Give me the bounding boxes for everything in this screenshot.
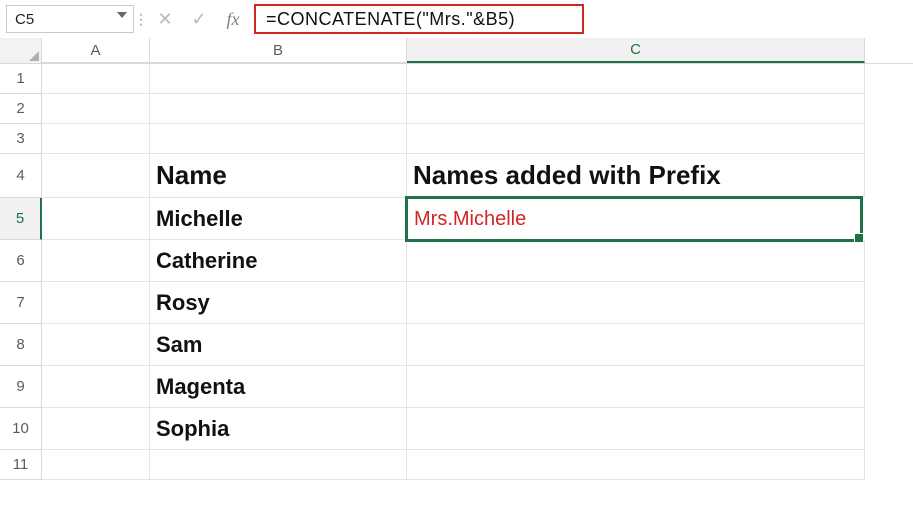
row: 10 Sophia	[0, 408, 913, 450]
cell-B4[interactable]: Name	[150, 154, 407, 198]
row: 5 Michelle Mrs.Michelle	[0, 198, 913, 240]
cell-C10[interactable]	[407, 408, 865, 450]
cell-C8[interactable]	[407, 324, 865, 366]
column-header-row: A B C	[0, 38, 913, 64]
row: 8 Sam	[0, 324, 913, 366]
cell-A8[interactable]	[42, 324, 150, 366]
cell-C9[interactable]	[407, 366, 865, 408]
column-header-B[interactable]: B	[150, 38, 407, 63]
insert-function-button[interactable]: fx	[216, 5, 250, 33]
row-header-8[interactable]: 8	[0, 324, 42, 366]
row-header-4[interactable]: 4	[0, 154, 42, 198]
cell-C6[interactable]	[407, 240, 865, 282]
cell-C7[interactable]	[407, 282, 865, 324]
cell-B7[interactable]: Rosy	[150, 282, 407, 324]
row: 7 Rosy	[0, 282, 913, 324]
column-header-A[interactable]: A	[42, 38, 150, 63]
row: 2	[0, 94, 913, 124]
cell-A3[interactable]	[42, 124, 150, 154]
spreadsheet-grid: 1 2 3 4 Name Names added with Prefix 5 M…	[0, 64, 913, 480]
cell-A11[interactable]	[42, 450, 150, 480]
row-header-3[interactable]: 3	[0, 124, 42, 154]
row: 1	[0, 64, 913, 94]
cell-A10[interactable]	[42, 408, 150, 450]
row: 6 Catherine	[0, 240, 913, 282]
chevron-down-icon[interactable]	[117, 12, 127, 18]
cancel-formula-button[interactable]: ✕	[148, 5, 182, 33]
cell-A1[interactable]	[42, 64, 150, 94]
cell-C3[interactable]	[407, 124, 865, 154]
select-all-corner[interactable]	[0, 38, 42, 64]
cell-B2[interactable]	[150, 94, 407, 124]
check-icon: ✓	[191, 9, 206, 30]
row: 3	[0, 124, 913, 154]
row: 11	[0, 450, 913, 480]
cell-C11[interactable]	[407, 450, 865, 480]
row-header-10[interactable]: 10	[0, 408, 42, 450]
cell-C1[interactable]	[407, 64, 865, 94]
cell-C5[interactable]: Mrs.Michelle	[405, 196, 863, 242]
cell-B6[interactable]: Catherine	[150, 240, 407, 282]
row-header-2[interactable]: 2	[0, 94, 42, 124]
column-header-C[interactable]: C	[407, 38, 865, 63]
cell-B5[interactable]: Michelle	[150, 198, 407, 240]
row-header-11[interactable]: 11	[0, 450, 42, 480]
cell-B10[interactable]: Sophia	[150, 408, 407, 450]
cell-C4[interactable]: Names added with Prefix	[407, 154, 865, 198]
cell-C2[interactable]	[407, 94, 865, 124]
cell-B8[interactable]: Sam	[150, 324, 407, 366]
cell-B1[interactable]	[150, 64, 407, 94]
accept-formula-button[interactable]: ✓	[182, 5, 216, 33]
row-header-1[interactable]: 1	[0, 64, 42, 94]
cell-B9[interactable]: Magenta	[150, 366, 407, 408]
cell-B11[interactable]	[150, 450, 407, 480]
close-icon: ✕	[157, 9, 172, 30]
row: 4 Name Names added with Prefix	[0, 154, 913, 198]
row-header-5[interactable]: 5	[0, 198, 42, 240]
fx-icon: fx	[227, 9, 240, 30]
separator-icon: ⋮	[134, 11, 148, 28]
row-header-9[interactable]: 9	[0, 366, 42, 408]
cell-A6[interactable]	[42, 240, 150, 282]
formula-input[interactable]: =CONCATENATE("Mrs."&B5)	[254, 4, 584, 34]
row: 9 Magenta	[0, 366, 913, 408]
cell-A5[interactable]	[42, 198, 150, 240]
name-box[interactable]: C5	[6, 5, 134, 33]
row-header-6[interactable]: 6	[0, 240, 42, 282]
formula-text: =CONCATENATE("Mrs."&B5)	[266, 9, 515, 30]
formula-bar: C5 ⋮ ✕ ✓ fx =CONCATENATE("Mrs."&B5)	[0, 0, 913, 38]
cell-A4[interactable]	[42, 154, 150, 198]
cell-A2[interactable]	[42, 94, 150, 124]
cell-B3[interactable]	[150, 124, 407, 154]
cell-A9[interactable]	[42, 366, 150, 408]
name-box-value: C5	[15, 11, 34, 28]
cell-A7[interactable]	[42, 282, 150, 324]
row-header-7[interactable]: 7	[0, 282, 42, 324]
